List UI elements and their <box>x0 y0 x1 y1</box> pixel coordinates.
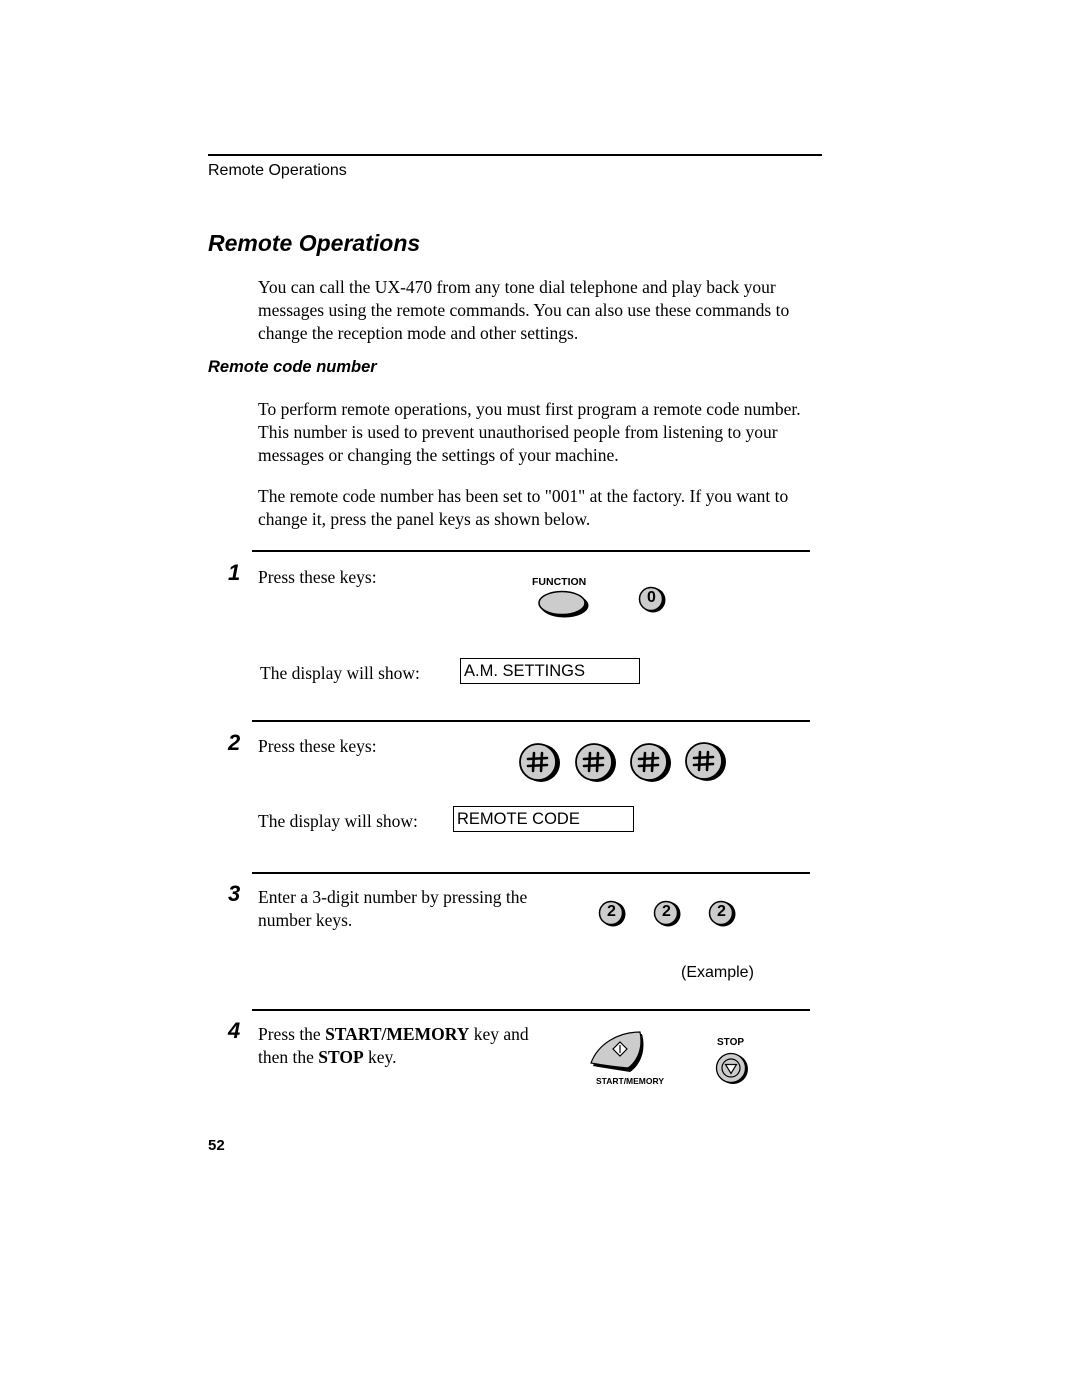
step-4-number: 4 <box>228 1018 241 1043</box>
page-title: Remote Operations <box>208 230 421 256</box>
step-1-display-label: The display will show: <box>260 663 420 683</box>
step-1-rule <box>252 550 810 552</box>
key-2-third[interactable]: 2 <box>708 900 740 930</box>
step-4-instruction-line-1: Press the START/MEMORY key and <box>258 1023 529 1046</box>
step-4-text: key and <box>469 1024 529 1044</box>
page-number: 52 <box>208 1137 225 1154</box>
step-3-rule <box>252 872 810 874</box>
key-0[interactable]: 0 <box>638 586 670 616</box>
step-2-display-label: The display will show: <box>258 811 418 831</box>
section-heading: Remote code number <box>208 358 377 376</box>
function-key-label: FUNCTION <box>532 576 587 588</box>
step-3-number: 3 <box>228 881 241 906</box>
step-2-instruction: Press these keys: <box>258 736 377 756</box>
start-memory-key-name: START/MEMORY <box>325 1024 470 1044</box>
stop-key[interactable] <box>715 1052 751 1086</box>
start-memory-key[interactable] <box>590 1030 648 1074</box>
hash-key-1[interactable] <box>518 742 564 784</box>
header-rule <box>208 154 822 156</box>
step-1-instruction: Press these keys: <box>258 567 377 587</box>
step-4-text: then the <box>258 1047 319 1067</box>
key-2-label: 2 <box>607 903 616 920</box>
step-2-number: 2 <box>228 730 241 755</box>
function-key[interactable] <box>537 589 591 619</box>
step-4-instruction-line-2: then the STOP key. <box>258 1046 397 1069</box>
step-4-rule <box>252 1009 810 1011</box>
hash-key-icon <box>630 743 671 782</box>
stop-key-icon <box>715 1052 748 1084</box>
example-note: (Example) <box>681 964 754 981</box>
hash-key-icon <box>519 743 560 782</box>
hash-key-4[interactable] <box>684 741 730 783</box>
function-key-icon <box>538 590 589 618</box>
key-2-first[interactable]: 2 <box>598 900 630 930</box>
step-3-instruction-line-2: number keys. <box>258 910 353 930</box>
stop-key-name: STOP <box>318 1047 364 1067</box>
running-head: Remote Operations <box>208 162 347 179</box>
hash-key-3[interactable] <box>629 742 675 784</box>
step-1-number: 1 <box>228 560 241 585</box>
step-2-rule <box>252 720 810 722</box>
step-1-display-value: A.M. SETTINGS <box>460 658 640 684</box>
intro-paragraph: You can call the UX-470 from any tone di… <box>258 277 790 343</box>
key-2-second[interactable]: 2 <box>653 900 685 930</box>
start-memory-key-icon <box>590 1031 644 1072</box>
stop-key-label: STOP <box>717 1037 745 1048</box>
hash-key-icon <box>575 743 616 782</box>
hash-key-2[interactable] <box>574 742 620 784</box>
step-4-text: Press the <box>258 1024 326 1044</box>
hash-key-icon <box>685 742 726 781</box>
step-2-display-value: REMOTE CODE <box>453 806 634 832</box>
step-4-text: key. <box>363 1047 397 1067</box>
start-memory-key-label: START/MEMORY <box>596 1076 664 1086</box>
section-paragraph-2: The remote code number has been set to "… <box>258 486 789 529</box>
key-2-label: 2 <box>717 903 726 920</box>
section-paragraph-1: To perform remote operations, you must f… <box>258 399 801 465</box>
key-2-label: 2 <box>662 903 671 920</box>
step-3-instruction-line-1: Enter a 3-digit number by pressing the <box>258 887 528 907</box>
key-0-label: 0 <box>647 589 656 606</box>
